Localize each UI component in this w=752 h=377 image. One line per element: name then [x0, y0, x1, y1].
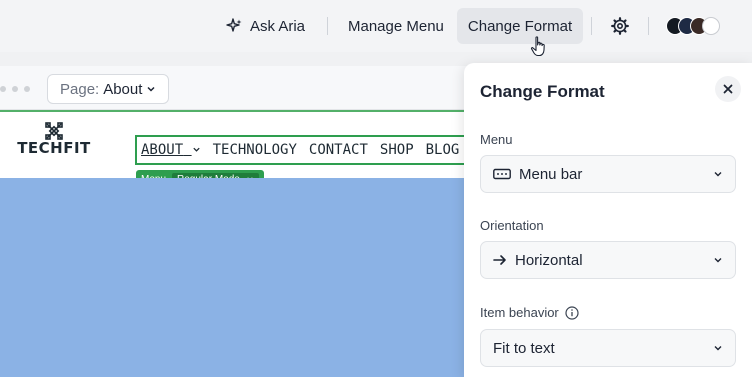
change-format-panel: Change Format Menu Menu bar Orientation …	[464, 63, 752, 377]
chevron-down-icon	[147, 86, 155, 92]
ask-aria-label: Ask Aria	[250, 17, 306, 35]
gear-icon	[611, 17, 629, 35]
settings-button[interactable]	[608, 8, 632, 44]
close-icon	[723, 84, 733, 94]
orientation-field-label: Orientation	[480, 218, 544, 233]
menu-type-select[interactable]: Menu bar	[480, 155, 736, 193]
manage-menu-button[interactable]: Manage Menu	[348, 8, 444, 44]
chevron-down-icon	[714, 346, 722, 351]
close-button[interactable]	[715, 76, 741, 102]
menu-field-label: Menu	[480, 132, 513, 147]
page-selector[interactable]: Page: About	[47, 74, 170, 104]
window-dots	[0, 86, 30, 92]
item-behavior-field-label: Item behavior	[480, 305, 579, 320]
top-toolbar: Ask Aria Manage Menu Change Format	[0, 0, 752, 52]
chevron-down-icon	[714, 258, 722, 263]
site-menu-bar[interactable]: ABOUT TECHNOLOGY CONTACT SHOP BLOG	[135, 135, 495, 165]
logo-mark-icon	[45, 122, 63, 140]
manage-menu-label: Manage Menu	[348, 17, 444, 35]
item-behavior-select[interactable]: Fit to text	[480, 329, 736, 367]
orientation-value: Horizontal	[515, 251, 583, 269]
menu-bar-icon	[493, 168, 511, 180]
toolbar-divider	[591, 17, 592, 35]
logo-text: TECHFIT	[17, 139, 91, 157]
sparkle-icon	[226, 18, 242, 32]
menu-item-shop[interactable]: SHOP	[380, 142, 414, 158]
change-format-label: Change Format	[467, 17, 573, 35]
toolbar-divider	[648, 17, 649, 35]
change-format-button[interactable]: Change Format	[457, 8, 583, 44]
arrow-right-icon	[493, 255, 506, 265]
menu-item-about[interactable]: ABOUT	[141, 142, 201, 158]
menu-type-value: Menu bar	[519, 165, 583, 183]
panel-title: Change Format	[480, 82, 605, 101]
orientation-select[interactable]: Horizontal	[480, 241, 736, 279]
palette-swatch	[702, 17, 720, 35]
page-name: About	[103, 80, 143, 98]
page-prefix: Page:	[60, 80, 100, 98]
color-palette-button[interactable]	[666, 17, 730, 35]
item-behavior-value: Fit to text	[493, 339, 555, 357]
menu-item-contact[interactable]: CONTACT	[309, 142, 368, 158]
site-logo[interactable]: TECHFIT	[2, 122, 106, 157]
menu-item-label: ABOUT	[141, 142, 184, 158]
menu-item-technology[interactable]: TECHNOLOGY	[213, 142, 297, 158]
info-icon[interactable]	[565, 305, 579, 320]
chevron-down-icon	[192, 147, 200, 152]
ask-aria-button[interactable]: Ask Aria	[226, 8, 305, 44]
chevron-down-icon	[714, 172, 722, 177]
hand-cursor-icon	[530, 36, 545, 57]
menu-item-blog[interactable]: BLOG	[426, 142, 460, 158]
toolbar-divider	[327, 17, 328, 35]
